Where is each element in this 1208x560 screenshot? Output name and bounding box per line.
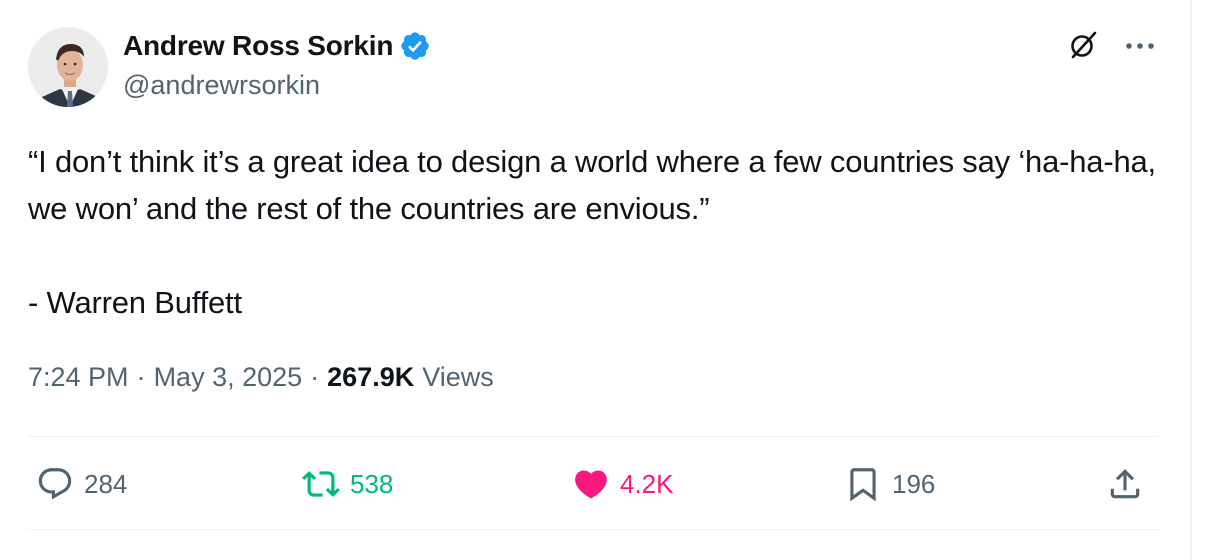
avatar-image [28,27,108,107]
tweet-date[interactable]: May 3, 2025 [154,362,303,393]
tweet-time[interactable]: 7:24 PM [28,362,129,393]
views-label[interactable]: Views [422,362,494,393]
divider-bottom [28,529,1159,530]
bookmark-icon [850,468,876,502]
bookmark-button[interactable]: 196 [844,462,935,506]
reply-button[interactable]: 284 [36,462,127,506]
views-count[interactable]: 267.9K [327,362,414,393]
tweet: Andrew Ross Sorkin @andrewrsorkin “I don… [28,0,1159,560]
meta-separator: · [310,362,320,392]
grok-button[interactable] [1064,26,1102,64]
grok-icon [1071,31,1097,59]
repost-button[interactable]: 538 [302,462,393,506]
share-button[interactable] [1106,462,1144,506]
reply-icon [38,468,72,500]
tweet-meta: 7:24 PM · May 3, 2025 · 267.9K Views [28,362,494,393]
divider-top [28,436,1159,437]
like-count: 4.2K [620,468,674,499]
author-name[interactable]: Andrew Ross Sorkin [123,30,393,62]
tweet-text: “I don’t think it’s a great idea to desi… [28,144,1156,320]
avatar[interactable] [28,27,108,107]
like-button[interactable]: 4.2K [572,462,674,506]
verified-badge-icon [399,30,431,62]
more-icon [1126,43,1154,49]
share-icon [1110,469,1140,499]
meta-separator: · [136,362,146,392]
column-border [1190,0,1192,560]
author-handle[interactable]: @andrewrsorkin [123,70,320,101]
author-name-row: Andrew Ross Sorkin [123,28,431,64]
repost-count: 538 [350,468,394,499]
bookmark-count: 196 [892,468,936,499]
reply-count: 284 [84,468,128,499]
heart-icon [575,470,607,499]
more-button[interactable] [1120,28,1160,64]
repost-icon [302,471,340,497]
